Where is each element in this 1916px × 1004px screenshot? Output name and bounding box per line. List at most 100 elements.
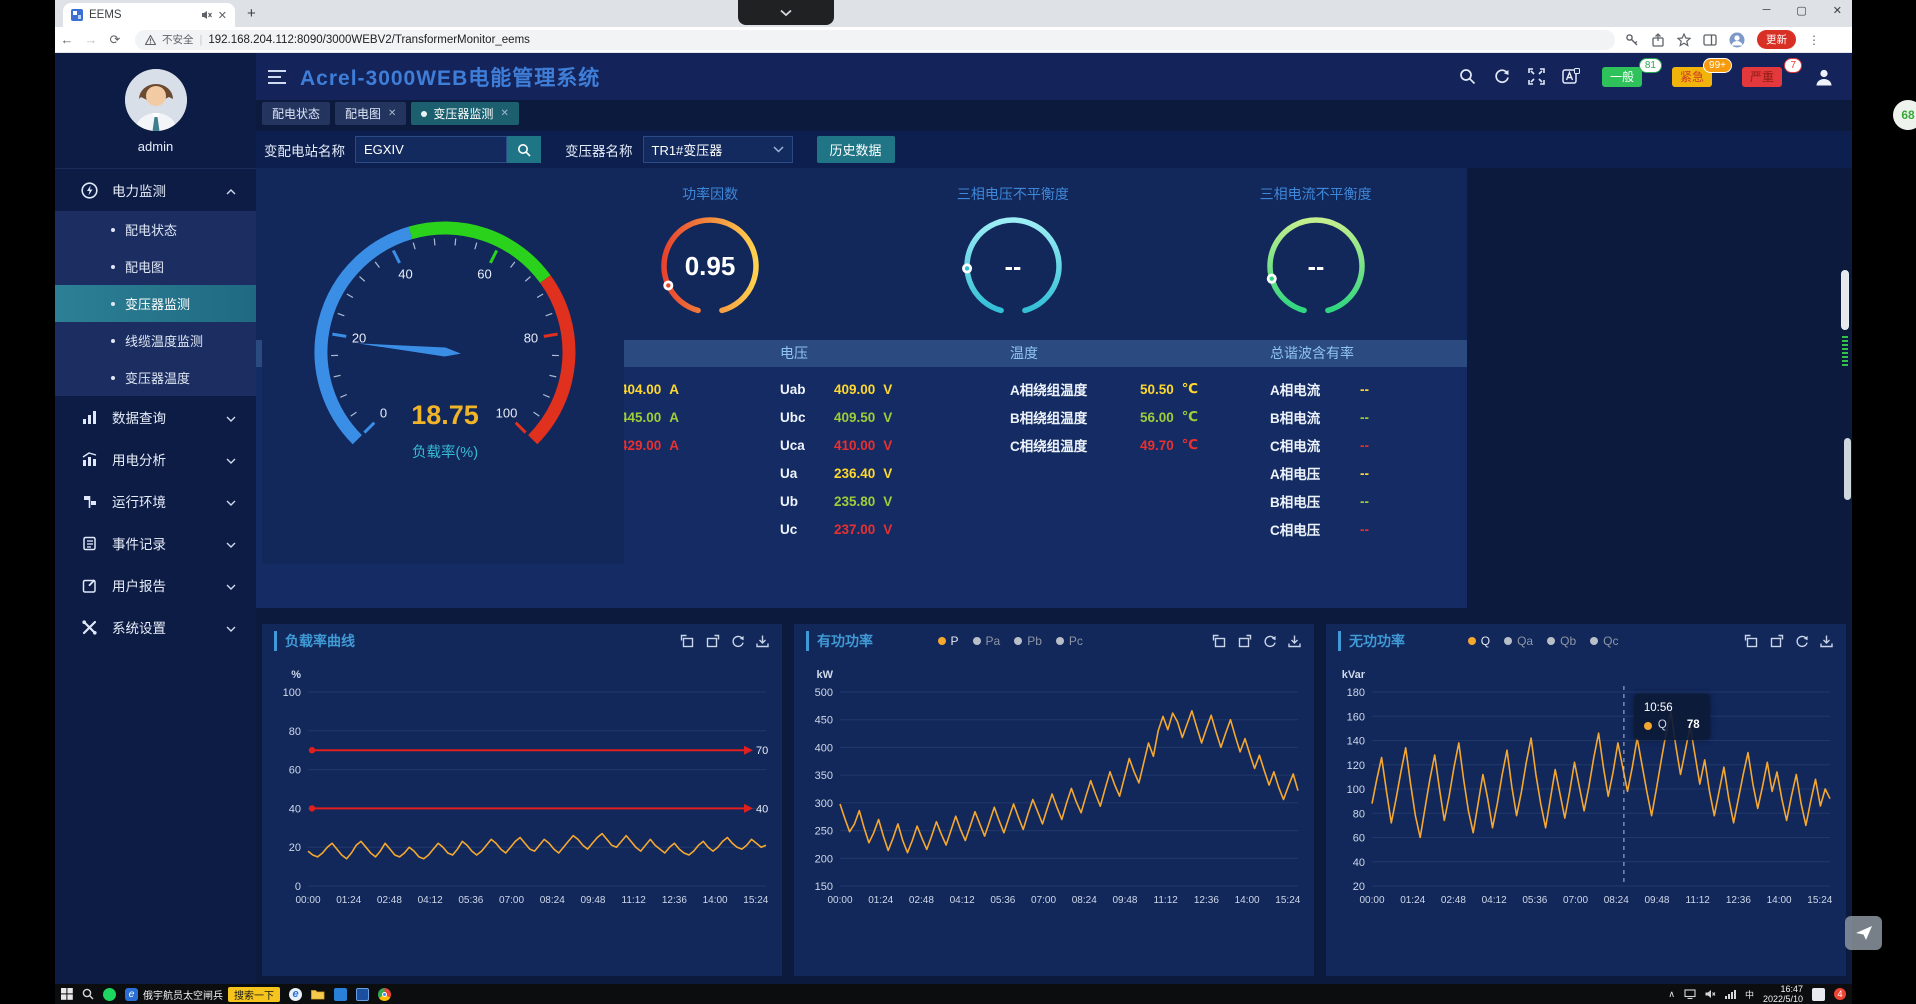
taskbar-search-icon[interactable] xyxy=(82,988,94,1000)
page-scrollbar[interactable] xyxy=(1844,438,1852,568)
alarm-pill-紧急[interactable]: 紧急99+ xyxy=(1672,67,1712,87)
history-data-button[interactable]: 历史数据 xyxy=(817,136,895,163)
sidebar-group-2[interactable]: 数据查询 xyxy=(55,396,256,438)
fullscreen-icon[interactable] xyxy=(1528,68,1545,85)
legend-dot xyxy=(1056,637,1064,645)
chart-restore-icon[interactable] xyxy=(705,634,720,648)
taskbar-clock[interactable]: 16:47 2022/5/10 xyxy=(1763,984,1803,1004)
chrome-update-button[interactable]: 更新 xyxy=(1757,30,1796,49)
sidebar-group-1[interactable]: 电力监测 xyxy=(55,169,256,211)
tray-pc-icon[interactable] xyxy=(1684,989,1696,999)
tray-expand-icon[interactable]: ∧ xyxy=(1668,989,1675,1000)
sidebar-item-线缆温度监测[interactable]: 线缆温度监测 xyxy=(55,322,256,359)
legend-item-Pb[interactable]: Pb xyxy=(1014,634,1042,648)
chart-download-icon[interactable] xyxy=(1287,634,1302,648)
chart-restore-icon[interactable] xyxy=(1769,634,1784,648)
chart-refresh-icon[interactable] xyxy=(1262,634,1277,648)
table-scrollbar[interactable] xyxy=(1841,198,1849,428)
app-icon-tile[interactable] xyxy=(356,988,369,1001)
window-maximize-button[interactable]: ▢ xyxy=(1796,4,1806,17)
ie-icon[interactable]: e xyxy=(289,988,302,1001)
notification-center-icon[interactable] xyxy=(1812,988,1825,1001)
video-overlay-collapse[interactable] xyxy=(738,0,834,25)
start-button[interactable] xyxy=(61,988,73,1000)
sidebar-item-变压器温度[interactable]: 变压器温度 xyxy=(55,359,256,396)
alarm-pill-严重[interactable]: 严重7 xyxy=(1742,67,1782,87)
chart-download-icon[interactable] xyxy=(755,634,770,648)
security-label[interactable]: 不安全 xyxy=(162,32,194,47)
sidebar-group-6[interactable]: 用户报告 xyxy=(55,564,256,606)
legend-label: P xyxy=(951,634,959,648)
chart-restore-icon[interactable] xyxy=(1237,634,1252,648)
tray-ime-indicator[interactable]: 中 xyxy=(1745,988,1754,1001)
sidebar-group-5[interactable]: 事件记录 xyxy=(55,522,256,564)
legend-item-Qa[interactable]: Qa xyxy=(1504,634,1533,648)
menu-collapse-icon[interactable] xyxy=(268,70,286,84)
legend-item-Pc[interactable]: Pc xyxy=(1056,634,1083,648)
address-bar[interactable]: 不安全 | 192.168.204.112:8090/3000WEBV2/Tra… xyxy=(135,30,1615,50)
svg-text:100: 100 xyxy=(496,406,518,421)
refresh-icon[interactable] xyxy=(1493,68,1511,85)
alarm-pill-一般[interactable]: 一般81 xyxy=(1602,67,1642,87)
legend-item-Q[interactable]: Q xyxy=(1468,634,1490,648)
news-search-button[interactable]: 搜索一下 xyxy=(228,987,280,1002)
window-close-button[interactable]: ✕ xyxy=(1833,4,1842,17)
back-button[interactable]: ← xyxy=(55,32,79,47)
page-tab-变压器监测[interactable]: 变压器监测✕ xyxy=(411,102,518,125)
side-panel-icon[interactable] xyxy=(1703,33,1717,47)
transformer-select[interactable]: TR1#变压器 xyxy=(643,136,793,163)
share-icon[interactable] xyxy=(1651,33,1665,47)
sidebar-group-4[interactable]: 运行环境 xyxy=(55,480,256,522)
sidebar-group-3[interactable]: 用电分析 xyxy=(55,438,256,480)
sidebar-item-配电图[interactable]: 配电图 xyxy=(55,248,256,285)
tray-volume-icon[interactable] xyxy=(1705,989,1716,999)
row-value: -- xyxy=(1360,410,1369,425)
reload-button[interactable]: ⟳ xyxy=(103,32,127,48)
page-tab-配电状态[interactable]: 配电状态 xyxy=(262,102,330,125)
new-tab-button[interactable]: + xyxy=(247,5,256,22)
file-explorer-icon[interactable] xyxy=(311,988,325,1000)
profile-avatar[interactable] xyxy=(1729,32,1745,48)
chart-zoom-icon[interactable] xyxy=(1212,634,1227,648)
tray-network-icon[interactable] xyxy=(1725,989,1736,999)
browser-menu-icon[interactable]: ⋮ xyxy=(1808,33,1820,47)
legend-item-Pa[interactable]: Pa xyxy=(973,634,1001,648)
url-text[interactable]: 192.168.204.112:8090/3000WEBV2/Transform… xyxy=(208,34,530,46)
tab-mute-icon[interactable] xyxy=(201,10,212,20)
row-value: 409.50 xyxy=(834,410,875,425)
chart-download-icon[interactable] xyxy=(1819,634,1834,648)
search-icon[interactable] xyxy=(1459,68,1476,85)
news-headline[interactable]: 俄宇航员太空闸兵 xyxy=(143,987,223,1002)
recorder-float-button[interactable] xyxy=(1845,916,1882,950)
chart-zoom-icon[interactable] xyxy=(1744,634,1759,648)
forward-button[interactable]: → xyxy=(79,32,103,47)
station-input[interactable]: EGXIV xyxy=(355,136,507,163)
chrome-icon[interactable] xyxy=(378,988,391,1001)
legend-item-Qb[interactable]: Qb xyxy=(1547,634,1576,648)
sidebar-item-配电状态[interactable]: 配电状态 xyxy=(55,211,256,248)
chart-refresh-icon[interactable] xyxy=(1794,634,1809,648)
browser-tab-eems[interactable]: EEMS ✕ xyxy=(63,3,235,27)
chart-zoom-icon[interactable] xyxy=(680,634,695,648)
legend-item-P[interactable]: P xyxy=(938,634,959,648)
sidebar-group-7[interactable]: 系统设置 xyxy=(55,606,256,648)
spotify-icon[interactable] xyxy=(103,988,116,1001)
station-search-button[interactable] xyxy=(507,136,541,163)
language-icon[interactable] xyxy=(1562,68,1580,85)
tab-favicon xyxy=(71,9,83,21)
tab-close-icon[interactable]: ✕ xyxy=(218,9,227,22)
chart-title: 有功功率 xyxy=(806,631,873,651)
taskbar-news-widget[interactable]: e 俄宇航员太空闸兵 搜索一下 xyxy=(125,987,280,1002)
page-tab-配电图[interactable]: 配电图✕ xyxy=(335,102,406,125)
close-icon[interactable]: ✕ xyxy=(500,108,508,119)
scrollbar-thumb[interactable] xyxy=(1841,270,1849,330)
chart-refresh-icon[interactable] xyxy=(730,634,745,648)
legend-item-Qc[interactable]: Qc xyxy=(1590,634,1618,648)
key-icon[interactable] xyxy=(1625,33,1639,47)
sidebar-item-变压器监测[interactable]: 变压器监测 xyxy=(55,285,256,322)
close-icon[interactable]: ✕ xyxy=(388,108,396,119)
user-icon[interactable] xyxy=(1814,67,1834,87)
bookmark-star-icon[interactable] xyxy=(1677,33,1691,47)
window-minimize-button[interactable]: ─ xyxy=(1763,4,1771,17)
app-icon-blue[interactable] xyxy=(334,988,347,1001)
